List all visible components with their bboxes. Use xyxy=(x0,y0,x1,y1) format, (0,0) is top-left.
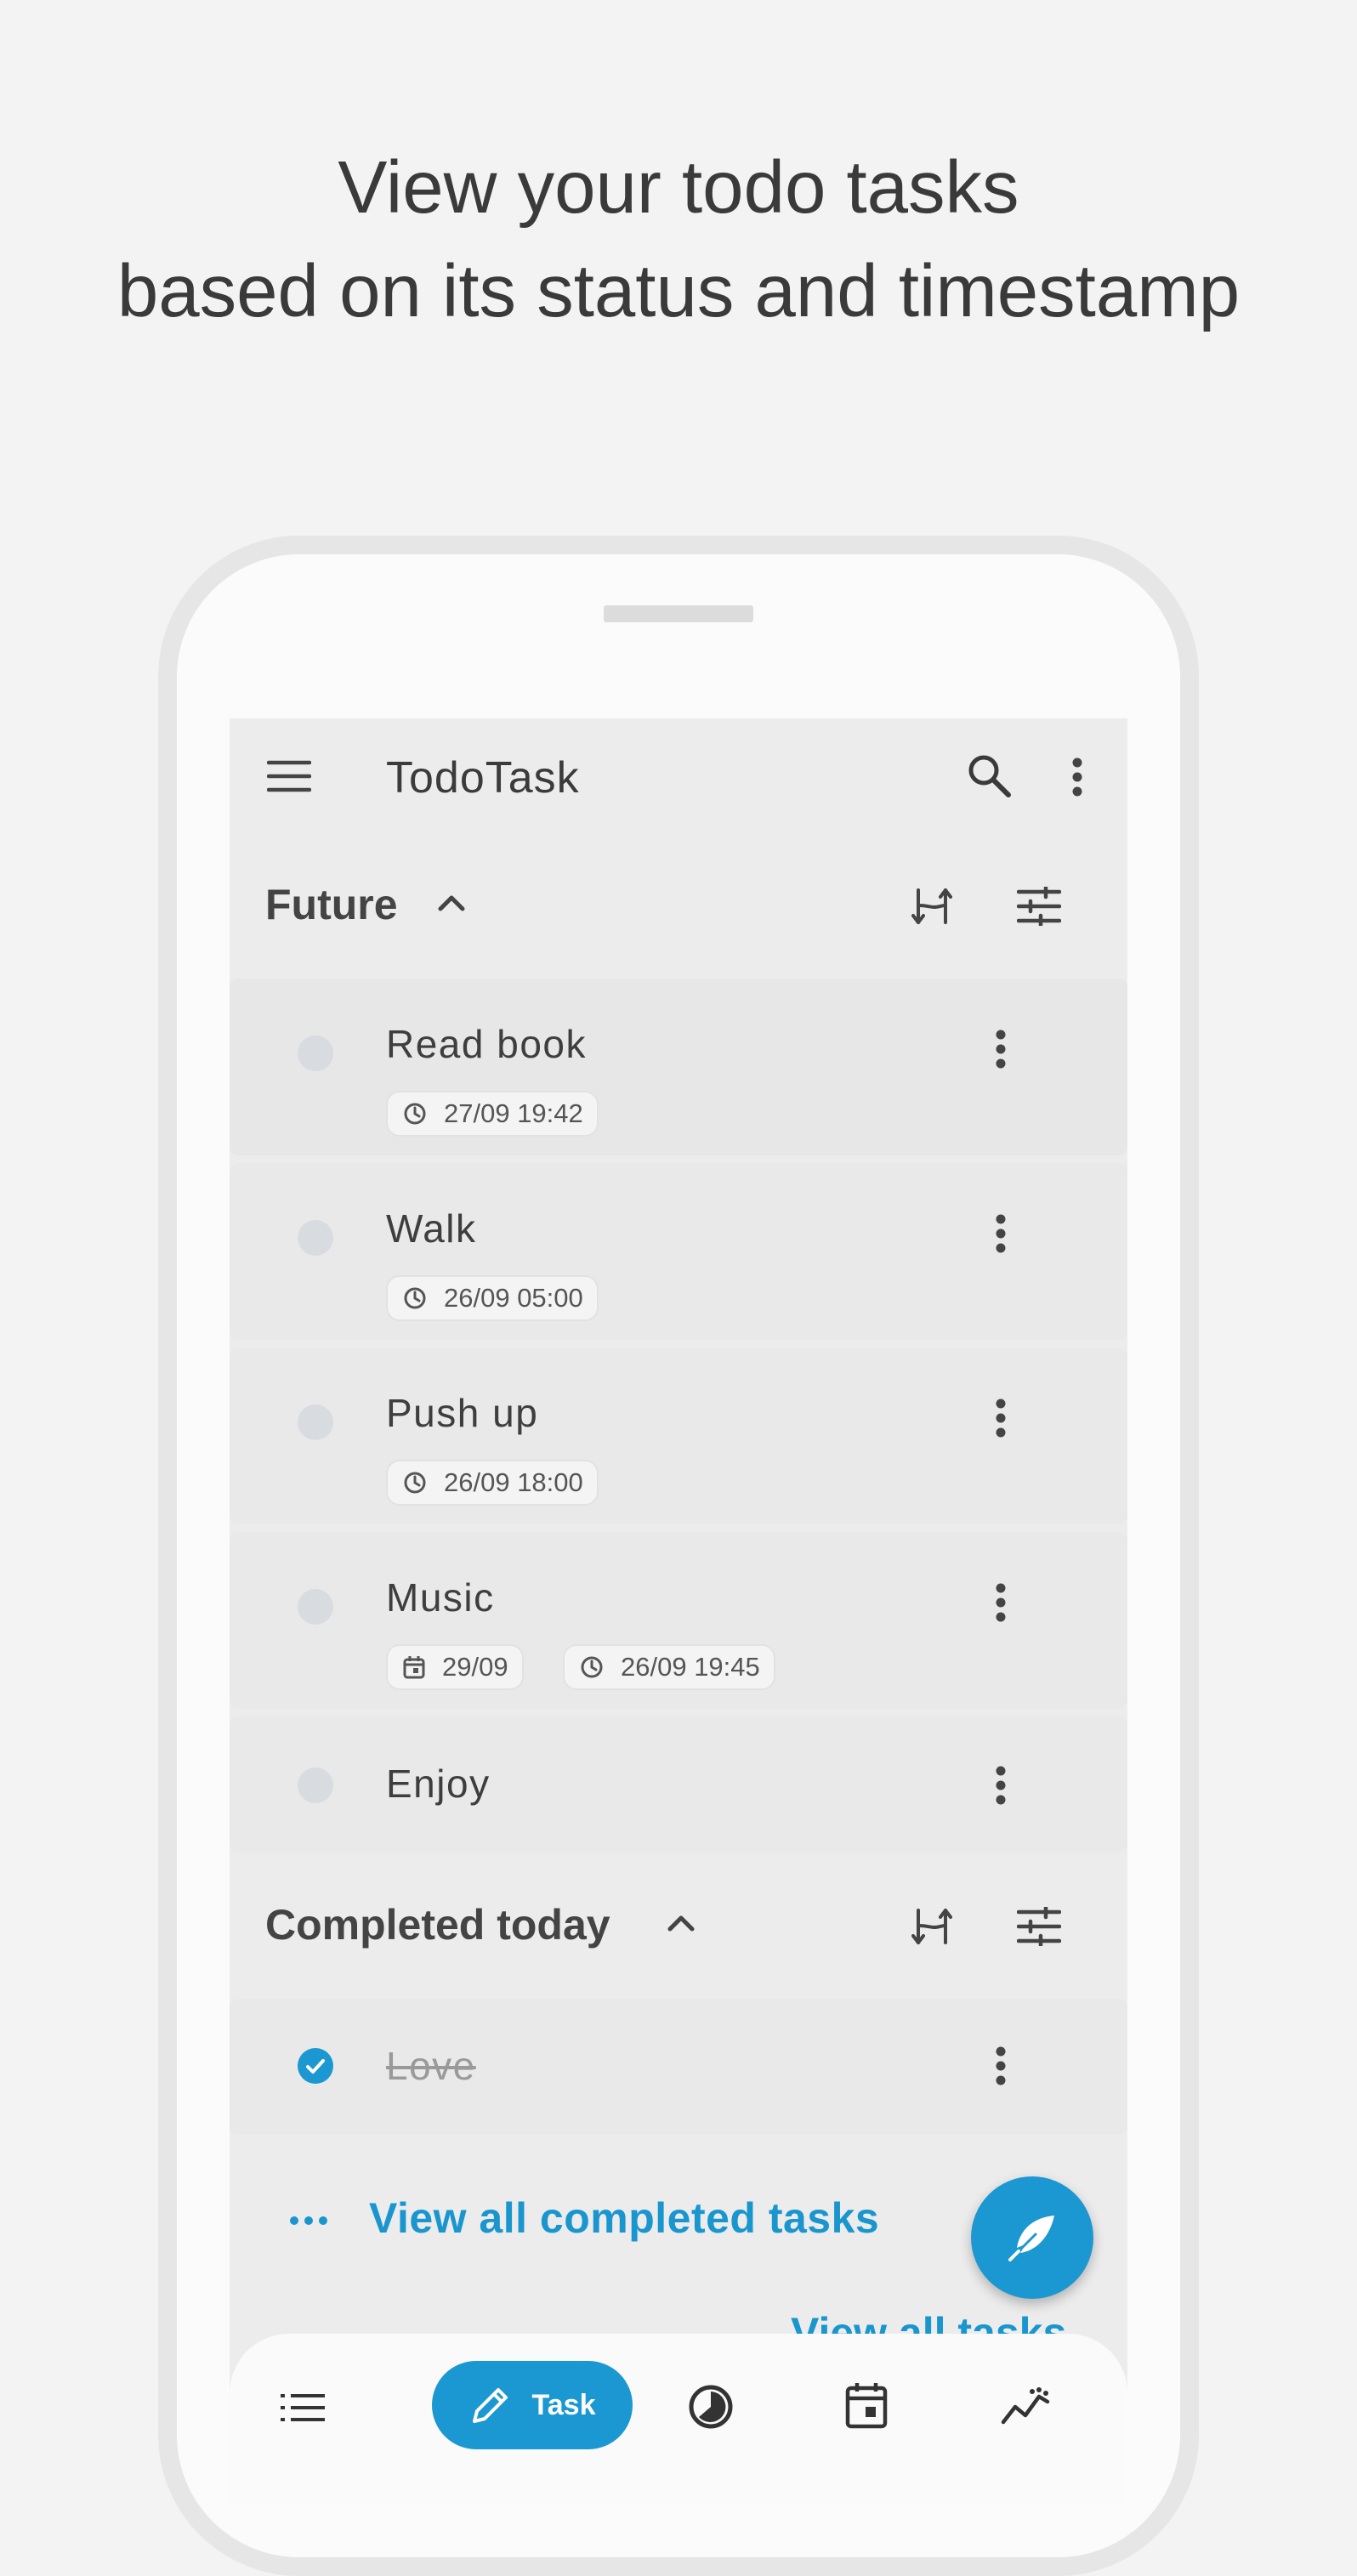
time-chip-label: 27/09 19:42 xyxy=(444,1098,583,1128)
chart-icon[interactable] xyxy=(1000,2385,1051,2431)
date-chip[interactable]: 29/09 xyxy=(386,1644,524,1690)
clock-icon xyxy=(404,1472,426,1494)
check-icon[interactable] xyxy=(298,2048,333,2084)
add-task-fab[interactable] xyxy=(971,2176,1093,2299)
headline: View your todo tasks based on its status… xyxy=(0,136,1357,343)
feather-icon xyxy=(1008,2216,1054,2261)
chevron-up-icon[interactable] xyxy=(437,894,466,912)
task-checkbox[interactable] xyxy=(298,1767,333,1803)
task-tab-label: Task xyxy=(531,2388,596,2421)
list-icon[interactable] xyxy=(281,2393,325,2426)
clock-icon xyxy=(404,1287,426,1309)
task-title: Walk xyxy=(386,1206,477,1251)
time-chip-label: 26/09 19:45 xyxy=(621,1652,760,1682)
view-all-completed-link[interactable]: View all completed tasks xyxy=(369,2193,879,2243)
clock-icon xyxy=(581,1656,603,1678)
task-checkbox[interactable] xyxy=(298,1036,333,1071)
task-card[interactable]: Enjoy xyxy=(230,1716,1127,1853)
filter-icon[interactable] xyxy=(1017,887,1061,926)
pie-icon[interactable] xyxy=(687,2383,735,2435)
search-icon[interactable] xyxy=(966,752,1012,798)
menu-icon[interactable] xyxy=(267,759,311,793)
filter-icon[interactable] xyxy=(1017,1907,1061,1946)
task-card[interactable]: Read book 27/09 19:42 xyxy=(230,979,1127,1155)
date-chip-label: 29/09 xyxy=(442,1652,508,1682)
time-chip-label: 26/09 18:00 xyxy=(444,1467,583,1497)
bottom-navigation: Task xyxy=(230,2334,1127,2504)
task-more-icon[interactable] xyxy=(995,1214,1012,1257)
calendar-day-icon[interactable] xyxy=(845,2381,888,2433)
clock-icon xyxy=(404,1103,426,1125)
sort-icon[interactable] xyxy=(911,1905,957,1948)
more-horiz-icon[interactable] xyxy=(289,2215,328,2227)
task-more-icon[interactable] xyxy=(995,1030,1012,1073)
time-chip[interactable]: 26/09 18:00 xyxy=(386,1460,599,1506)
calendar-icon xyxy=(403,1656,425,1679)
section-title-completed: Completed today xyxy=(265,1901,610,1949)
more-vert-icon[interactable] xyxy=(1071,757,1083,797)
headline-line-2: based on its status and timestamp xyxy=(116,250,1241,332)
task-more-icon[interactable] xyxy=(995,2046,1012,2090)
task-card[interactable]: Walk 26/09 05:00 xyxy=(230,1163,1127,1340)
task-more-icon[interactable] xyxy=(995,1766,1012,1809)
pencil-icon xyxy=(472,2388,508,2423)
chevron-up-icon[interactable] xyxy=(667,1914,696,1932)
task-title: Read book xyxy=(386,1022,587,1066)
time-chip-label: 26/09 05:00 xyxy=(444,1283,583,1313)
time-chip[interactable]: 26/09 05:00 xyxy=(386,1275,599,1321)
section-title-future: Future xyxy=(265,881,398,928)
task-title: Music xyxy=(386,1575,495,1620)
task-tab-button[interactable]: Task xyxy=(432,2361,633,2449)
task-card[interactable]: Music 29/09 26/09 19:45 xyxy=(230,1532,1127,1709)
app-title: TodoTask xyxy=(386,753,580,803)
sort-icon[interactable] xyxy=(911,885,957,928)
completed-task-title: Love xyxy=(386,2044,476,2088)
task-title: Push up xyxy=(386,1391,539,1435)
task-checkbox[interactable] xyxy=(298,1404,333,1440)
headline-line-1: View your todo tasks xyxy=(338,146,1019,229)
task-more-icon[interactable] xyxy=(995,1399,1012,1442)
time-chip[interactable]: 26/09 19:45 xyxy=(563,1644,775,1690)
time-chip[interactable]: 27/09 19:42 xyxy=(386,1091,599,1137)
task-more-icon[interactable] xyxy=(995,1583,1012,1626)
phone-speaker xyxy=(604,605,753,622)
completed-task-card[interactable]: Love xyxy=(230,1999,1127,2135)
task-checkbox[interactable] xyxy=(298,1220,333,1256)
task-card[interactable]: Push up 26/09 18:00 xyxy=(230,1348,1127,1524)
task-checkbox[interactable] xyxy=(298,1589,333,1625)
task-title: Enjoy xyxy=(386,1762,491,1806)
